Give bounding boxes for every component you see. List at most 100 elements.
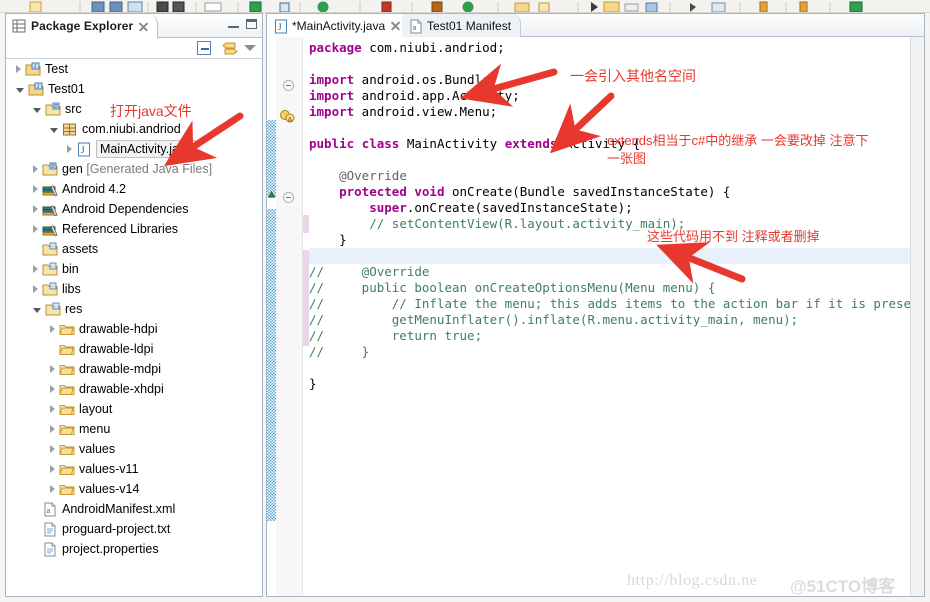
chevron-down-icon[interactable] xyxy=(33,308,41,313)
chevron-right-icon[interactable] xyxy=(50,485,55,493)
chevron-right-icon[interactable] xyxy=(33,225,38,233)
maximize-icon[interactable] xyxy=(246,19,257,29)
change-marker-up-icon xyxy=(267,191,276,198)
tree-item-gen[interactable]: gen [Generated Java Files] xyxy=(6,159,262,179)
source-folder-icon xyxy=(45,102,61,117)
chevron-right-icon[interactable] xyxy=(50,465,55,473)
tree-item-assets[interactable]: assets xyxy=(6,239,262,259)
tree-item-label: proguard-project.txt xyxy=(62,522,171,536)
code-line: protected void onCreate(Bundle savedInst… xyxy=(339,184,731,199)
tree-item-proguard-project-txt[interactable]: proguard-project.txt xyxy=(6,519,262,539)
code-line: // } xyxy=(309,344,370,359)
main-toolbar[interactable] xyxy=(0,0,930,13)
tree-item-label: values-v14 xyxy=(79,482,140,496)
tree-item-label: Android Dependencies xyxy=(62,202,189,216)
xml-file-icon: a xyxy=(408,19,422,33)
plain-folder-icon xyxy=(59,342,75,357)
code-line: // setContentView(R.layout.activity_main… xyxy=(369,216,686,231)
chevron-right-icon[interactable] xyxy=(67,145,72,153)
project-tree[interactable]: J Test J Test01 src com.niubi.andriod J MainAct… xyxy=(6,59,262,596)
tree-item-values-v11[interactable]: values-v11 xyxy=(6,459,262,479)
tree-item-com-niubi-andriod[interactable]: com.niubi.andriod xyxy=(6,119,262,139)
tree-item-layout[interactable]: layout xyxy=(6,399,262,419)
svg-text:J: J xyxy=(34,64,37,70)
chevron-right-icon[interactable] xyxy=(50,325,55,333)
java-file-icon: J xyxy=(76,142,92,157)
fold-collapse-icon[interactable] xyxy=(283,192,294,203)
editor-body[interactable]: package com.niubi.andriod; import androi… xyxy=(267,37,924,596)
chevron-down-icon[interactable] xyxy=(33,108,41,113)
chevron-right-icon[interactable] xyxy=(16,65,21,73)
code-line: super.onCreate(savedInstanceState); xyxy=(369,200,633,215)
editor-gutter[interactable] xyxy=(276,37,303,596)
tree-item-label: bin xyxy=(62,262,79,276)
tab-package-explorer[interactable]: Package Explorer xyxy=(6,14,159,38)
tree-item-project-properties[interactable]: project.properties xyxy=(6,539,262,559)
tree-item-androidmanifest-xml[interactable]: a AndroidManifest.xml xyxy=(6,499,262,519)
code-line: } xyxy=(309,376,317,391)
tree-item-label: MainActivity.java xyxy=(96,140,197,158)
tree-item-label: drawable-ldpi xyxy=(79,342,154,356)
view-menu-icon[interactable] xyxy=(244,45,256,51)
chevron-right-icon[interactable] xyxy=(50,425,55,433)
editor-tab-test01-manifest[interactable]: a Test01 Manifest xyxy=(402,14,522,37)
tree-item-res[interactable]: res xyxy=(6,299,262,319)
tree-item-drawable-ldpi[interactable]: drawable-ldpi xyxy=(6,339,262,359)
chevron-down-icon[interactable] xyxy=(50,128,58,133)
close-icon[interactable] xyxy=(138,21,149,32)
collapse-all-icon[interactable] xyxy=(197,41,211,55)
tree-item-values[interactable]: values xyxy=(6,439,262,459)
warning-marker-icon[interactable] xyxy=(279,109,296,124)
tree-item-referenced-libraries[interactable]: Referenced Libraries xyxy=(6,219,262,239)
tree-item-android-dependencies[interactable]: Android Dependencies xyxy=(6,199,262,219)
view-window-buttons xyxy=(228,19,257,29)
tree-item-drawable-hdpi[interactable]: drawable-hdpi xyxy=(6,319,262,339)
chevron-right-icon[interactable] xyxy=(33,205,38,213)
editor-area: J *MainActivity.java a Test01 Manifest p… xyxy=(266,13,925,597)
chevron-right-icon[interactable] xyxy=(50,365,55,373)
svg-text:a: a xyxy=(47,508,51,515)
plain-folder-icon xyxy=(59,382,75,397)
fold-collapse-icon[interactable] xyxy=(283,80,294,91)
chevron-right-icon[interactable] xyxy=(33,165,38,173)
tree-item-label: Android 4.2 xyxy=(62,182,126,196)
chevron-right-icon[interactable] xyxy=(50,385,55,393)
chevron-right-icon[interactable] xyxy=(33,185,38,193)
minimize-icon[interactable] xyxy=(228,19,239,28)
plain-folder-icon xyxy=(59,402,75,417)
source-code[interactable]: package com.niubi.andriod; import androi… xyxy=(309,37,924,596)
package-explorer-tab-row: Package Explorer xyxy=(6,14,262,38)
library-icon xyxy=(42,182,58,197)
chevron-down-icon[interactable] xyxy=(16,88,24,93)
tree-item-android-4-2[interactable]: Android 4.2 xyxy=(6,179,262,199)
package-icon xyxy=(62,122,78,137)
plain-folder-icon xyxy=(59,422,75,437)
java-project-icon: J xyxy=(28,82,44,97)
chevron-right-icon[interactable] xyxy=(50,445,55,453)
tree-item-libs[interactable]: libs xyxy=(6,279,262,299)
eclipse-window: Package Explorer J Test J Test01 src com.niub… xyxy=(0,0,930,602)
chevron-right-icon[interactable] xyxy=(33,285,38,293)
chevron-right-icon[interactable] xyxy=(33,265,38,273)
code-line: // // Inflate the menu; this adds items … xyxy=(309,296,924,311)
overview-ruler[interactable] xyxy=(910,37,924,596)
link-with-editor-icon[interactable] xyxy=(221,41,239,56)
package-explorer-tab-label: Package Explorer xyxy=(31,19,134,33)
tree-item-drawable-mdpi[interactable]: drawable-mdpi xyxy=(6,359,262,379)
plain-folder-icon xyxy=(59,322,75,337)
tree-item-drawable-xhdpi[interactable]: drawable-xhdpi xyxy=(6,379,262,399)
annotation-open-java-file: 打开java文件 xyxy=(110,103,192,119)
editor-tab-row: J *MainActivity.java a Test01 Manifest xyxy=(267,14,924,37)
tree-item-mainactivity-java[interactable]: J MainActivity.java xyxy=(6,139,262,159)
tree-item-test01[interactable]: J Test01 xyxy=(6,79,262,99)
tree-item-bin[interactable]: bin xyxy=(6,259,262,279)
chevron-right-icon[interactable] xyxy=(50,405,55,413)
svg-text:J: J xyxy=(278,22,282,32)
tree-item-menu[interactable]: menu xyxy=(6,419,262,439)
editor-tab-mainactivity-java[interactable]: J *MainActivity.java xyxy=(267,14,412,37)
tree-item-values-v14[interactable]: values-v14 xyxy=(6,479,262,499)
close-icon[interactable] xyxy=(390,20,401,31)
tree-item-test[interactable]: J Test xyxy=(6,59,262,79)
svg-text:J: J xyxy=(81,145,85,155)
